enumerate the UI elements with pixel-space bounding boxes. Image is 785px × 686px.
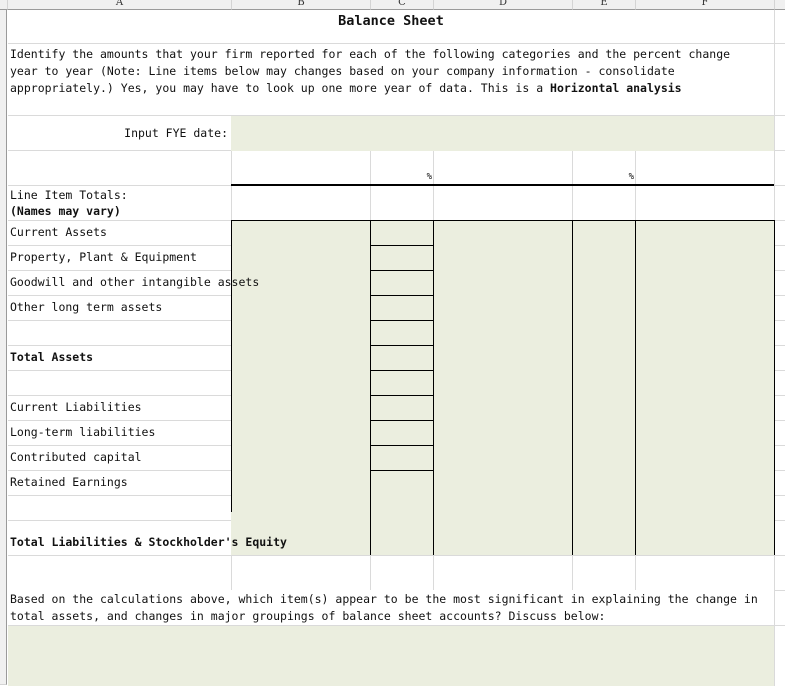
percent-change-cell[interactable] (371, 321, 433, 345)
line-item-label: Goodwill and other intangible assets (10, 275, 260, 289)
select-all-corner[interactable] (0, 0, 8, 10)
line-item-label: Retained Earnings (10, 475, 128, 489)
line-item-label: Property, Plant & Equipment (10, 250, 197, 264)
percent-cell-border (370, 470, 434, 471)
percent-change-cell[interactable] (371, 296, 433, 320)
discussion-prompt-line-2: total assets, and changes in major group… (10, 609, 606, 623)
data-block-border (231, 220, 232, 512)
instructions-cell[interactable]: Identify the amounts that your firm repo… (8, 44, 774, 115)
percent-change-cell[interactable] (371, 221, 433, 245)
data-entry-area[interactable] (231, 220, 774, 555)
line-item-label: Total Liabilities & Stockholder's Equity (10, 535, 287, 549)
line-items-subheader: (Names may vary) (10, 204, 121, 218)
percent-change-cell[interactable] (371, 446, 433, 470)
data-block-border (774, 220, 775, 555)
fye-date-label: Input FYE date: (124, 126, 228, 140)
sheet-grid[interactable]: Balance Sheet Identify the amounts that … (8, 10, 785, 686)
column-header-a[interactable]: A (8, 0, 232, 10)
line-item-label: Contributed capital (10, 450, 142, 464)
instructions-line-1: Identify the amounts that your firm repo… (10, 47, 731, 61)
column-header-b[interactable]: B (232, 0, 371, 10)
percent-change-cell[interactable] (371, 246, 433, 270)
data-block-top-border (231, 220, 774, 221)
percent-change-cell[interactable] (371, 271, 433, 295)
percent-change-cell[interactable] (371, 396, 433, 420)
column-header-c[interactable]: C (371, 0, 434, 10)
row-header-strip[interactable] (0, 10, 7, 685)
instructions-line-3-text: appropriately.) Yes, you may have to loo… (10, 81, 551, 95)
discussion-prompt-line-1: Based on the calculations above, which i… (10, 592, 758, 606)
horizontal-analysis-label: Horizontal analysis (550, 81, 682, 95)
header-underline (231, 184, 774, 186)
line-item-label: Current Liabilities (10, 400, 142, 414)
instructions-line-2: year to year (Note: Line items below may… (10, 64, 675, 78)
column-header-d[interactable]: D (434, 0, 573, 10)
percent-change-cell[interactable] (371, 421, 433, 445)
fye-date-input[interactable] (231, 116, 774, 151)
gridline (8, 555, 785, 556)
line-items-header: Line Item Totals: (10, 188, 128, 202)
column-header-f[interactable]: F (636, 0, 775, 10)
percent-change-cell[interactable] (371, 346, 433, 370)
discussion-answer-area[interactable] (8, 626, 774, 686)
column-header-e[interactable]: E (573, 0, 636, 10)
sheet-title: Balance Sheet (338, 13, 444, 29)
line-item-label: Long-term liabilities (10, 425, 156, 439)
data-block-border (635, 220, 636, 555)
column-header-g[interactable] (775, 0, 785, 10)
discussion-prompt-cell[interactable]: Based on the calculations above, which i… (8, 590, 774, 625)
percent-change-cell[interactable] (371, 371, 433, 395)
line-item-label: Other long term assets (10, 300, 163, 314)
data-block-border (572, 220, 573, 555)
line-item-label: Current Assets (10, 225, 107, 239)
line-item-label: Total Assets (10, 350, 94, 364)
instructions-line-3: appropriately.) Yes, you may have to loo… (10, 80, 774, 97)
